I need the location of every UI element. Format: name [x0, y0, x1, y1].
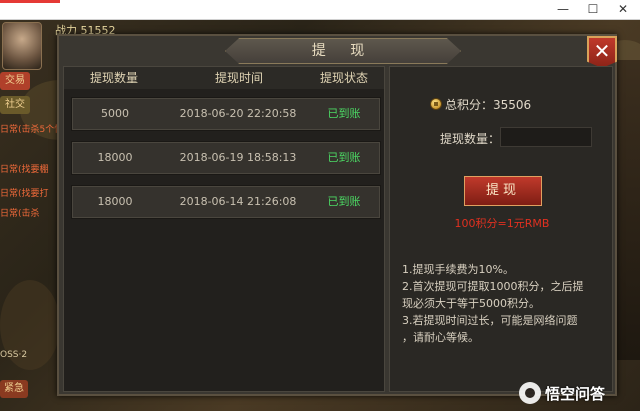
row-status: 已到账	[327, 151, 361, 164]
withdraw-form-panel: 总积分：35506 提现数量： 提现 100积分=1元RMB 1.提现手续费为1…	[389, 66, 613, 392]
note-line: 现必须大于等于5000积分。	[402, 297, 540, 310]
window-close-button[interactable]: ✕	[608, 0, 638, 20]
watermark-text: 悟空问答	[545, 385, 606, 403]
dialog-title: 提 现	[311, 43, 375, 59]
row-time: 2018-06-14 21:26:08	[179, 195, 297, 208]
close-icon[interactable]: ✕	[587, 36, 617, 68]
table-header: 提现数量 提现时间 提现状态	[64, 67, 384, 89]
quest-line[interactable]: 日常(找要棚	[0, 162, 49, 175]
withdraw-history-panel: 提现数量 提现时间 提现状态 5000 2018-06-20 22:20:58 …	[63, 66, 385, 392]
table-row: 18000 2018-06-19 18:58:13 已到账	[71, 141, 381, 175]
window-titlebar: — ☐ ✕	[0, 0, 640, 20]
coin-icon	[430, 98, 442, 110]
titlebar-accent	[0, 0, 60, 3]
quantity-label: 提现数量：	[440, 132, 501, 146]
trade-button[interactable]: 交易	[0, 72, 30, 90]
row-amount: 18000	[97, 151, 133, 164]
dialog-header: 提 现 ✕	[59, 36, 617, 68]
minimize-button[interactable]: —	[548, 0, 578, 20]
table-row: 18000 2018-06-14 21:26:08 已到账	[71, 185, 381, 219]
header-time: 提现时间	[214, 71, 263, 85]
withdraw-button[interactable]: 提现	[464, 176, 542, 206]
row-status: 已到账	[327, 195, 361, 208]
header-amount: 提现数量	[89, 71, 138, 85]
social-button[interactable]: 社交	[0, 96, 30, 114]
quest-line[interactable]: 日常(击杀5个怪	[0, 122, 63, 135]
exchange-rate: 100积分=1元RMB	[454, 217, 550, 230]
quantity-input[interactable]	[500, 127, 592, 147]
table-row: 5000 2018-06-20 22:20:58 已到账	[71, 97, 381, 131]
player-avatar[interactable]	[2, 22, 42, 70]
maximize-button[interactable]: ☐	[578, 0, 608, 20]
title-plate: 提 现	[225, 38, 461, 64]
right-hud-strip	[616, 60, 640, 360]
total-points: 总积分：35506	[445, 98, 532, 112]
header-status: 提现状态	[319, 71, 368, 85]
withdraw-dialog: 提 现 ✕ 提现数量 提现时间 提现状态 5000 2018-06-20 22:…	[57, 34, 617, 396]
emergency-button[interactable]: 紧急	[0, 380, 28, 398]
row-status: 已到账	[327, 107, 361, 120]
quest-line[interactable]: 日常(击杀	[0, 206, 40, 219]
row-time: 2018-06-19 18:58:13	[179, 151, 297, 164]
note-line: ，请耐心等候。	[402, 331, 479, 344]
notes: 1.提现手续费为10%。 2.首次提现可提取1000积分，之后提 现必须大于等于…	[402, 261, 606, 346]
quest-line[interactable]: 日常(找要打	[0, 186, 49, 199]
row-time: 2018-06-20 22:20:58	[179, 107, 297, 120]
watermark: 悟空问答	[519, 382, 637, 406]
note-line: 1.提现手续费为10%。	[402, 263, 514, 276]
quest-line: OSS·2	[0, 350, 28, 360]
note-line: 3.若提现时间过长，可能是网络问题	[402, 314, 578, 327]
note-line: 2.首次提现可提取1000积分，之后提	[402, 280, 584, 293]
row-amount: 5000	[101, 107, 129, 120]
watermark-logo-icon	[519, 382, 541, 404]
row-amount: 18000	[97, 195, 133, 208]
